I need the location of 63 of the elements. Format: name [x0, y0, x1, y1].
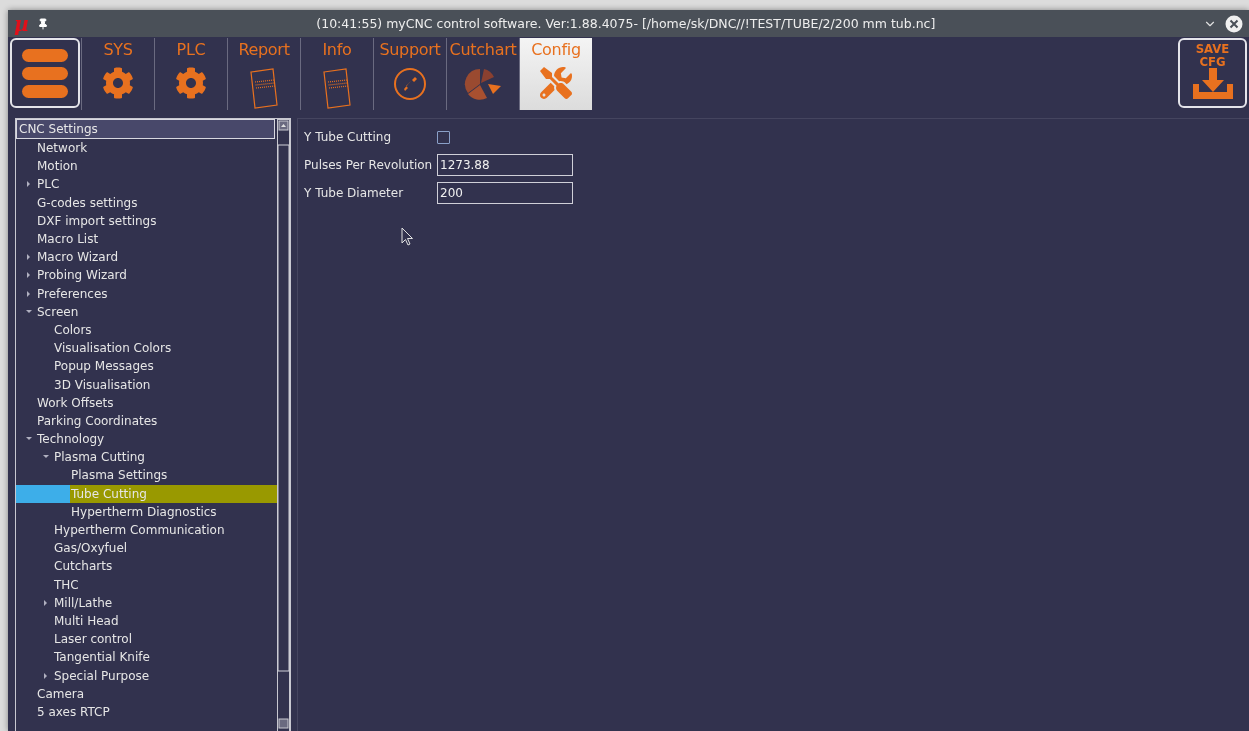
- tree-item[interactable]: PLC: [16, 175, 277, 194]
- caret-down-icon[interactable]: [42, 455, 49, 460]
- tree-item[interactable]: Parking Coordinates: [16, 411, 277, 430]
- input-field[interactable]: 200: [437, 182, 573, 204]
- tree-item[interactable]: Plasma Settings: [16, 466, 277, 485]
- gear-icon: [102, 67, 134, 99]
- setting-label: Y Tube Diameter: [304, 186, 405, 200]
- tree-item[interactable]: Probing Wizard: [16, 266, 277, 285]
- caret-right-icon[interactable]: [26, 290, 31, 297]
- tree-item[interactable]: Macro List: [16, 229, 277, 249]
- app-logo: µ: [14, 13, 29, 34]
- tree-item[interactable]: Work Offsets: [16, 393, 277, 412]
- setting-label: Y Tube Cutting: [304, 130, 393, 144]
- tree-item[interactable]: Mill/Lathe: [16, 593, 277, 612]
- tree-item[interactable]: Laser control: [16, 630, 277, 649]
- tree-item[interactable]: 5 axes RTCP: [16, 702, 277, 721]
- input-field[interactable]: 1273.88: [437, 154, 573, 176]
- tree-item[interactable]: Special Purpose: [16, 666, 277, 685]
- phone-icon: [393, 67, 427, 101]
- tree-item[interactable]: Multi Head: [16, 611, 277, 631]
- tree-item[interactable]: DXF import settings: [16, 211, 277, 230]
- tree-item[interactable]: THC: [16, 575, 277, 594]
- tree-item[interactable]: Colors: [16, 320, 277, 340]
- tree-item[interactable]: Screen: [16, 302, 277, 321]
- tree-item[interactable]: Macro Wizard: [16, 248, 277, 267]
- caret-right-icon[interactable]: [43, 672, 48, 679]
- document-icon: [322, 67, 352, 109]
- caret-right-icon[interactable]: [43, 599, 48, 606]
- scrollbar[interactable]: [277, 119, 290, 731]
- tree-item[interactable]: 3D Visualisation: [16, 375, 277, 394]
- tree-item[interactable]: Tangential Knife: [16, 648, 277, 667]
- tree-item[interactable]: Motion: [16, 157, 277, 176]
- window-title: (10:41:55) myCNC control software. Ver:1.88.4075- [/home/sk/DNC//!TEST/TUBE/2/200 mm tub.nc]: [315, 16, 937, 31]
- tools-icon: [540, 67, 572, 99]
- pie-chart-icon: [463, 67, 503, 101]
- tree-item[interactable]: Plasma Cutting: [16, 448, 277, 467]
- tree-item[interactable]: Network: [16, 139, 277, 158]
- tree-item[interactable]: Hypertherm Diagnostics: [16, 502, 277, 521]
- checkbox[interactable]: [437, 130, 450, 144]
- tree-item[interactable]: Preferences: [16, 284, 277, 303]
- tree-item[interactable]: Visualisation Colors: [16, 339, 277, 358]
- tree-root-item[interactable]: CNC Settings: [16, 119, 275, 139]
- save-config-button[interactable]: SAVE CFG: [1178, 38, 1247, 108]
- document-icon: [249, 67, 279, 109]
- toolbar-tab[interactable]: Cutchart: [446, 38, 519, 110]
- tree-item[interactable]: Popup Messages: [16, 357, 277, 376]
- close-icon[interactable]: [1225, 14, 1243, 33]
- pin-icon[interactable]: [36, 17, 49, 30]
- caret-down-icon[interactable]: [25, 309, 32, 314]
- caret-right-icon[interactable]: [26, 254, 31, 261]
- mouse-cursor-icon: [401, 227, 414, 246]
- caret-right-icon[interactable]: [26, 181, 31, 188]
- caret-down-icon[interactable]: [25, 437, 32, 442]
- tree-item[interactable]: Camera: [16, 684, 277, 703]
- tree-item[interactable]: Gas/Oxyfuel: [16, 539, 277, 558]
- tree-item[interactable]: Hypertherm Communication: [16, 520, 277, 540]
- tree-item[interactable]: Cutcharts: [16, 557, 277, 576]
- caret-right-icon[interactable]: [26, 272, 31, 279]
- gear-icon: [175, 67, 207, 99]
- tree-item[interactable]: G-codes settings: [16, 193, 277, 212]
- tree-item[interactable]: Technology: [16, 430, 277, 449]
- setting-label: Pulses Per Revolution: [304, 158, 434, 172]
- menu-button[interactable]: [10, 38, 80, 108]
